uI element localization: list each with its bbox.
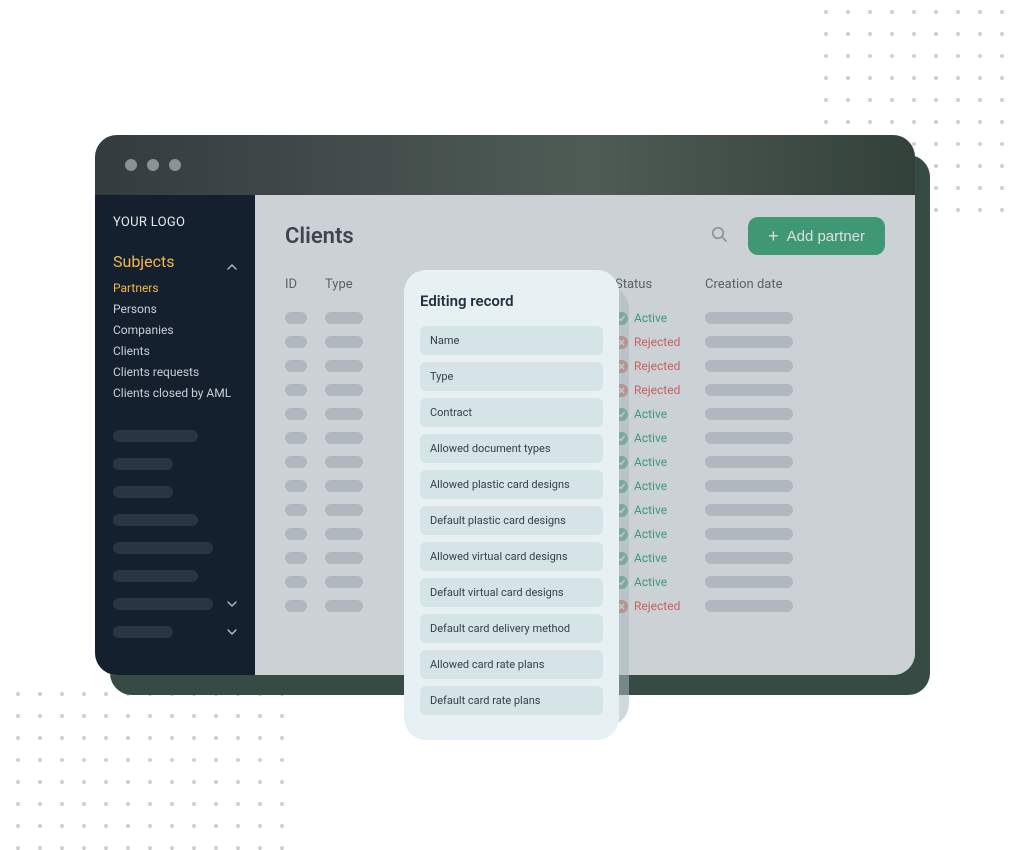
traffic-light-dot (147, 159, 159, 171)
sidebar-section-subjects[interactable]: Subjects (113, 252, 237, 281)
sidebar-collapsed-section[interactable] (113, 596, 237, 612)
sidebar-placeholder (113, 486, 173, 498)
sidebar-placeholder (113, 458, 173, 470)
modal-field[interactable]: Allowed card rate plans (420, 650, 603, 679)
logo: YOUR LOGO (113, 215, 237, 230)
traffic-light-dot (169, 159, 181, 171)
modal-title: Editing record (420, 292, 603, 310)
chevron-up-icon (227, 262, 237, 272)
modal-field[interactable]: Default plastic card designs (420, 506, 603, 535)
sidebar-list: Partners Persons Companies Clients Clients r… (113, 281, 237, 400)
decorative-dots-bottom-left (0, 692, 284, 850)
modal-field[interactable]: Type (420, 362, 603, 391)
modal-field[interactable]: Name (420, 326, 603, 355)
sidebar-item[interactable]: Partners (113, 281, 237, 295)
chevron-down-icon (227, 627, 237, 637)
sidebar-section-title: Subjects (113, 252, 174, 271)
window-titlebar (95, 135, 915, 195)
sidebar-item[interactable]: Persons (113, 302, 237, 316)
modal-field[interactable]: Contract (420, 398, 603, 427)
sidebar-placeholder (113, 626, 173, 638)
modal-field[interactable]: Default virtual card designs (420, 578, 603, 607)
chevron-down-icon (227, 599, 237, 609)
editing-record-modal: Editing record Name Type Contract Allowed d… (404, 270, 619, 740)
traffic-light-dot (125, 159, 137, 171)
sidebar-item[interactable]: Companies (113, 323, 237, 337)
sidebar-item[interactable]: Clients (113, 344, 237, 358)
modal-field[interactable]: Default card rate plans (420, 686, 603, 715)
sidebar-placeholder (113, 430, 198, 442)
sidebar: YOUR LOGO Subjects Partners Persons Compan… (95, 195, 255, 675)
sidebar-placeholder (113, 542, 213, 554)
sidebar-item[interactable]: Clients closed by AML (113, 386, 237, 400)
modal-field[interactable]: Allowed document types (420, 434, 603, 463)
sidebar-item[interactable]: Clients requests (113, 365, 237, 379)
sidebar-placeholder (113, 570, 198, 582)
modal-field[interactable]: Allowed virtual card designs (420, 542, 603, 571)
modal-field[interactable]: Default card delivery method (420, 614, 603, 643)
sidebar-collapsed-section[interactable] (113, 624, 237, 640)
sidebar-placeholder (113, 598, 213, 610)
modal-field[interactable]: Allowed plastic card designs (420, 470, 603, 499)
sidebar-placeholder (113, 514, 198, 526)
sidebar-placeholder-group (113, 428, 237, 640)
